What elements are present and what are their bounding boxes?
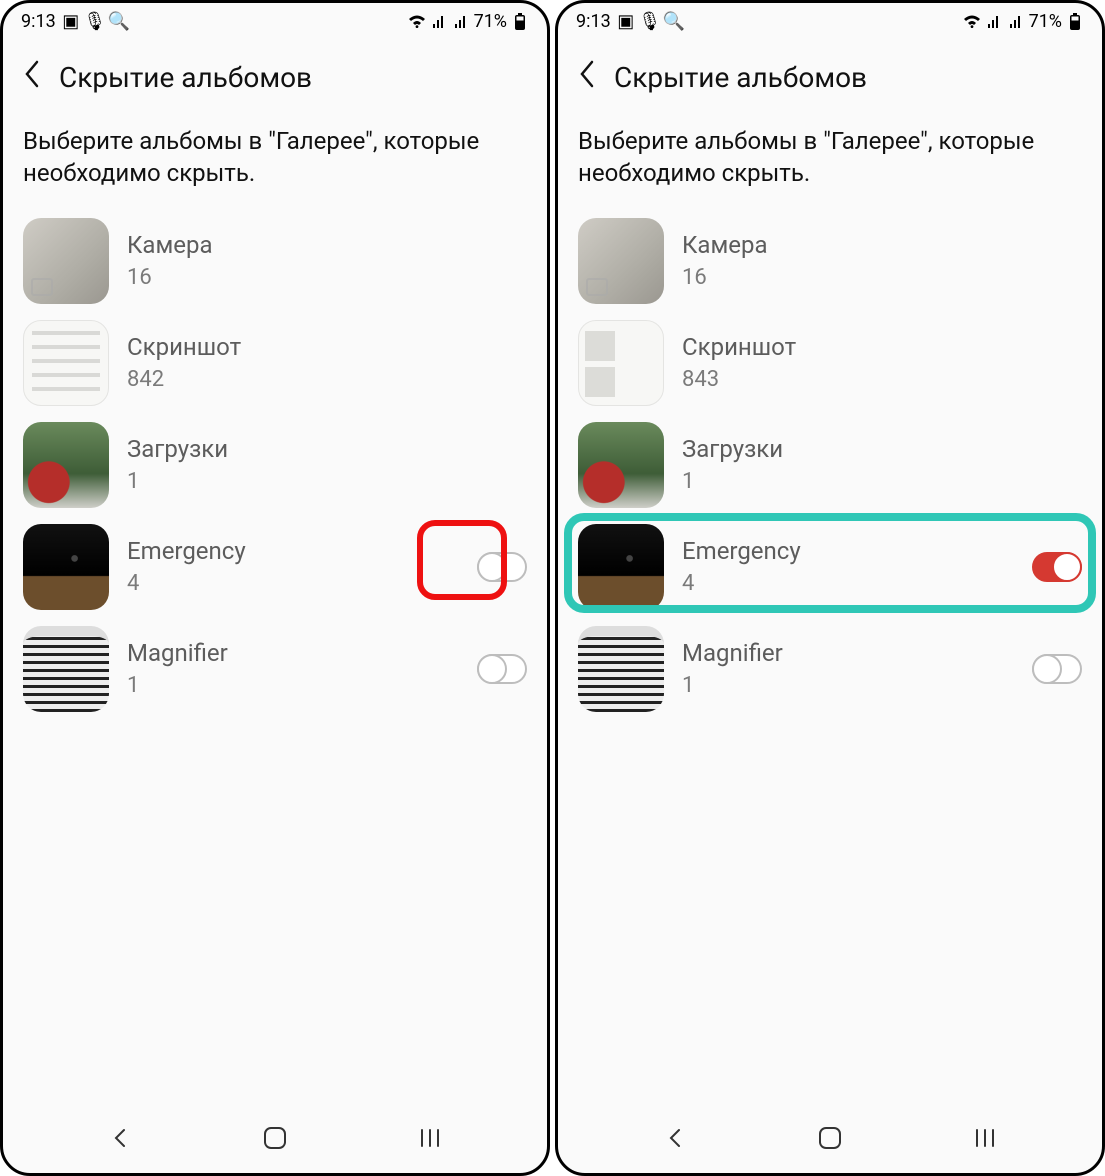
- album-row[interactable]: Emergency 4: [13, 516, 537, 618]
- nav-bar: [3, 1107, 547, 1173]
- album-thumbnail: [23, 524, 109, 610]
- album-count: 16: [682, 265, 1082, 290]
- signal-icon: [430, 13, 448, 31]
- album-row[interactable]: Скриншот 843: [568, 312, 1092, 414]
- hide-toggle[interactable]: [477, 654, 527, 684]
- page-subtitle: Выберите альбомы в "Галерее", которые не…: [558, 105, 1102, 210]
- album-row[interactable]: Magnifier 1: [13, 618, 537, 720]
- album-name: Камера: [682, 231, 1082, 259]
- album-row[interactable]: Скриншот 842: [13, 312, 537, 414]
- album-thumbnail: [23, 422, 109, 508]
- image-icon: ▣: [617, 13, 635, 31]
- album-count: 1: [127, 469, 527, 494]
- signal-icon-2: [452, 13, 470, 31]
- nav-home[interactable]: [817, 1125, 843, 1151]
- album-text: Скриншот 843: [682, 333, 1082, 392]
- album-text: Emergency 4: [682, 537, 1014, 596]
- header: Скрытие альбомов: [558, 36, 1102, 105]
- voice-icon: 🎙: [641, 13, 659, 31]
- album-count: 1: [682, 469, 1082, 494]
- album-thumbnail: [578, 320, 664, 406]
- album-text: Камера 16: [682, 231, 1082, 290]
- album-count: 16: [127, 265, 527, 290]
- hide-toggle[interactable]: [1032, 654, 1082, 684]
- album-text: Emergency 4: [127, 537, 459, 596]
- status-bar: 9:13 ▣ 🎙 🔍 71%: [558, 3, 1102, 36]
- battery-icon: [511, 13, 529, 31]
- album-name: Emergency: [682, 537, 1014, 565]
- battery-percent: 71%: [1029, 11, 1062, 32]
- album-text: Скриншот 842: [127, 333, 527, 392]
- page-subtitle: Выберите альбомы в "Галерее", которые не…: [3, 105, 547, 210]
- album-name: Emergency: [127, 537, 459, 565]
- back-button[interactable]: [23, 60, 43, 95]
- album-name: Скриншот: [127, 333, 527, 361]
- album-row[interactable]: Emergency 4: [568, 516, 1092, 618]
- album-text: Камера 16: [127, 231, 527, 290]
- album-thumbnail: [578, 422, 664, 508]
- album-thumbnail: [578, 524, 664, 610]
- status-time: 9:13: [21, 11, 56, 32]
- status-time: 9:13: [576, 11, 611, 32]
- album-name: Magnifier: [682, 639, 1014, 667]
- hide-toggle[interactable]: [1032, 552, 1082, 582]
- battery-icon: [1066, 13, 1084, 31]
- search-icon: 🔍: [110, 13, 128, 31]
- phone-right: 9:13 ▣ 🎙 🔍 71% Скрытие альбомов В: [555, 0, 1105, 1176]
- album-name: Загрузки: [127, 435, 527, 463]
- page-title: Скрытие альбомов: [59, 61, 312, 94]
- album-text: Magnifier 1: [127, 639, 459, 698]
- album-thumbnail: [578, 218, 664, 304]
- status-bar: 9:13 ▣ 🎙 🔍 71%: [3, 3, 547, 36]
- nav-home[interactable]: [262, 1125, 288, 1151]
- back-button[interactable]: [578, 60, 598, 95]
- album-name: Magnifier: [127, 639, 459, 667]
- album-count: 1: [127, 673, 459, 698]
- page-title: Скрытие альбомов: [614, 61, 867, 94]
- album-row[interactable]: Загрузки 1: [13, 414, 537, 516]
- album-count: 1: [682, 673, 1014, 698]
- album-text: Magnifier 1: [682, 639, 1014, 698]
- header: Скрытие альбомов: [3, 36, 547, 105]
- nav-back[interactable]: [108, 1126, 132, 1150]
- album-row[interactable]: Камера 16: [568, 210, 1092, 312]
- nav-bar: [558, 1107, 1102, 1173]
- album-count: 4: [682, 571, 1014, 596]
- album-text: Загрузки 1: [682, 435, 1082, 494]
- album-name: Скриншот: [682, 333, 1082, 361]
- album-name: Камера: [127, 231, 527, 259]
- album-text: Загрузки 1: [127, 435, 527, 494]
- hide-toggle[interactable]: [477, 552, 527, 582]
- album-count: 842: [127, 367, 527, 392]
- album-row[interactable]: Загрузки 1: [568, 414, 1092, 516]
- album-count: 4: [127, 571, 459, 596]
- search-icon: 🔍: [665, 13, 683, 31]
- album-thumbnail: [23, 626, 109, 712]
- voice-icon: 🎙: [86, 13, 104, 31]
- album-count: 843: [682, 367, 1082, 392]
- album-row[interactable]: Magnifier 1: [568, 618, 1092, 720]
- nav-back[interactable]: [663, 1126, 687, 1150]
- album-row[interactable]: Камера 16: [13, 210, 537, 312]
- album-list-right: Камера 16 Скриншот 843 Загрузки 1 Emergency 4 Ma…: [558, 210, 1102, 1107]
- album-list-left: Камера 16 Скриншот 842 Загрузки 1 Emergency 4 Ma…: [3, 210, 547, 1107]
- nav-recents[interactable]: [418, 1128, 442, 1148]
- nav-recents[interactable]: [973, 1128, 997, 1148]
- wifi-icon: [408, 13, 426, 31]
- phone-left: 9:13 ▣ 🎙 🔍 71% Скрытие альбомов В: [0, 0, 550, 1176]
- wifi-icon: [963, 13, 981, 31]
- signal-icon-2: [1007, 13, 1025, 31]
- battery-percent: 71%: [474, 11, 507, 32]
- album-name: Загрузки: [682, 435, 1082, 463]
- image-icon: ▣: [62, 13, 80, 31]
- signal-icon: [985, 13, 1003, 31]
- album-thumbnail: [23, 218, 109, 304]
- album-thumbnail: [23, 320, 109, 406]
- album-thumbnail: [578, 626, 664, 712]
